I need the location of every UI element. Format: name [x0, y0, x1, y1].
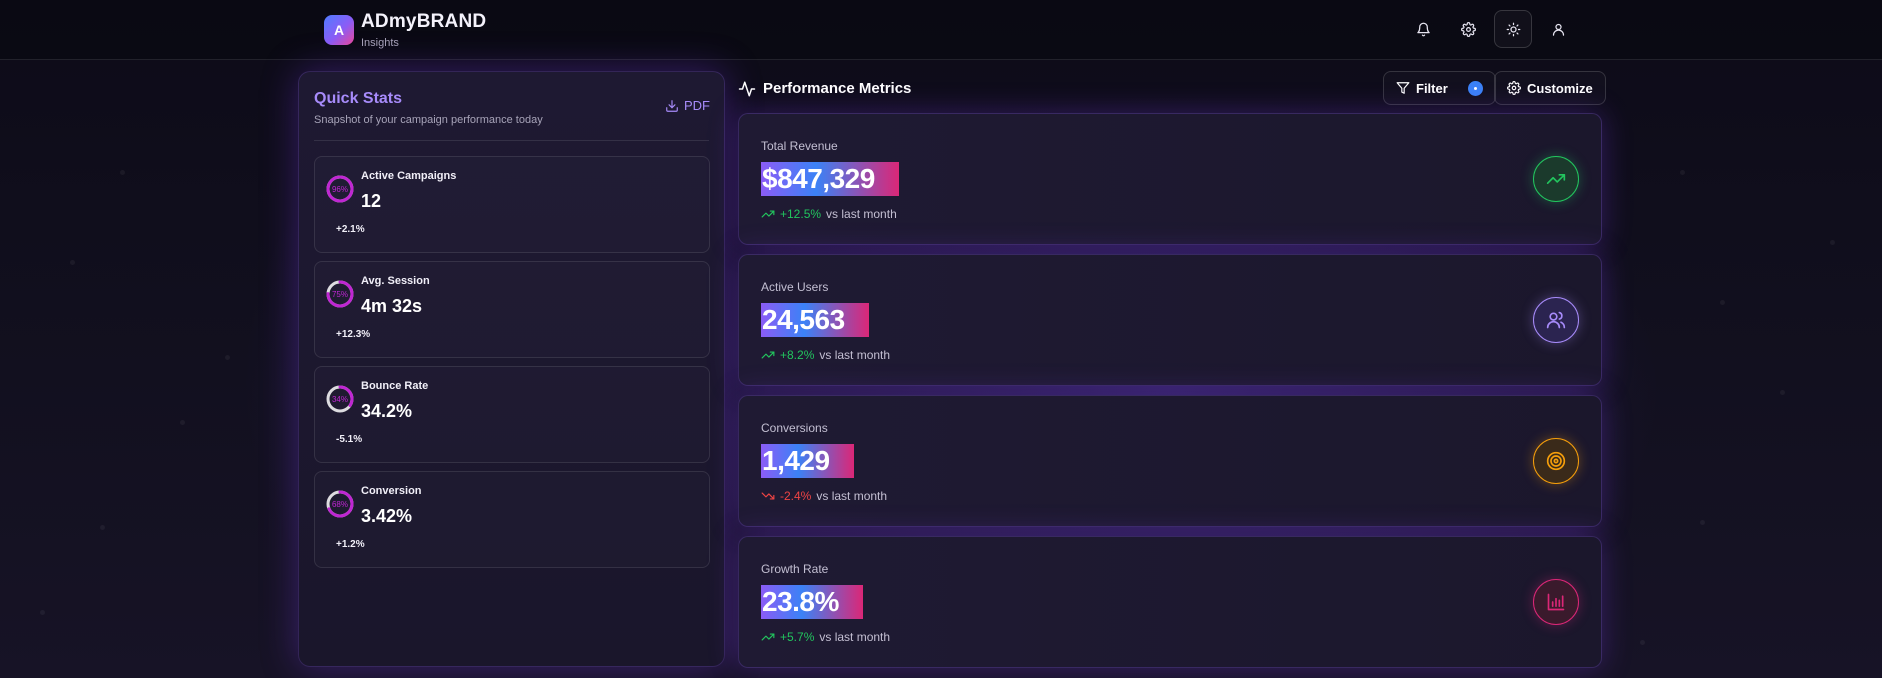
- metric-change-suffix: vs last month: [826, 207, 897, 221]
- top-header: A ADmyBRAND Insights: [0, 0, 1882, 60]
- metric-change-percent: +8.2%: [780, 348, 815, 362]
- filter-button[interactable]: Filter: [1383, 71, 1496, 105]
- metric-value: 23.8%: [761, 585, 863, 619]
- metric-card-growth-rate[interactable]: Growth Rate 23.8% +5.7% vs last month: [738, 536, 1602, 668]
- metric-card-conversions[interactable]: Conversions 1,429 -2.4% vs last month: [738, 395, 1602, 527]
- gear-icon: [1460, 21, 1476, 37]
- metric-icon-badge: [1533, 579, 1579, 625]
- customize-button[interactable]: Customize: [1494, 71, 1606, 105]
- users-icon: [1546, 311, 1566, 329]
- metric-change: +8.2% vs last month: [761, 348, 890, 362]
- metric-label: Growth Rate: [761, 562, 829, 576]
- settings-button[interactable]: [1449, 10, 1487, 48]
- filter-active-badge: [1467, 80, 1483, 96]
- metric-value: $847,329: [761, 162, 899, 196]
- stat-label: Avg. Session: [361, 275, 430, 287]
- metric-label: Total Revenue: [761, 139, 838, 153]
- trending-up-icon: [761, 351, 775, 359]
- metric-icon-badge: [1533, 438, 1579, 484]
- stat-card-avg-session[interactable]: 75% Avg. Session 4m 32s +12.3%: [314, 261, 710, 358]
- stat-label: Bounce Rate: [361, 380, 429, 392]
- metric-change-percent: +5.7%: [780, 630, 815, 644]
- metric-card-total-revenue[interactable]: Total Revenue $847,329 +12.5% vs last mo…: [738, 113, 1602, 245]
- gear-icon: [1507, 81, 1521, 95]
- metric-change-percent: -2.4%: [780, 489, 812, 503]
- ring-percent: 34%: [331, 394, 348, 404]
- stat-change: +2.1%: [336, 224, 365, 235]
- quick-stats-title: Quick Stats: [314, 90, 403, 107]
- trending-down-icon: [761, 492, 775, 500]
- stat-value: 4m 32s: [361, 296, 423, 316]
- metric-icon-badge: [1533, 297, 1579, 343]
- metric-change-percent: +12.5%: [780, 207, 822, 221]
- bar-chart-icon: [1547, 593, 1565, 611]
- performance-title: Performance Metrics: [763, 80, 912, 97]
- metric-change: -2.4% vs last month: [761, 489, 887, 503]
- metric-card-active-users[interactable]: Active Users 24,563 +8.2% vs last month: [738, 254, 1602, 386]
- ring-percent: 75%: [331, 289, 348, 299]
- user-icon: [1552, 23, 1564, 36]
- stat-card-active-campaigns[interactable]: 96% Active Campaigns 12 +2.1%: [314, 156, 710, 253]
- stat-label: Conversion: [361, 485, 422, 497]
- stat-value: 12: [361, 191, 382, 211]
- metric-icon-badge: [1533, 156, 1579, 202]
- stat-card-conversion[interactable]: 68% Conversion 3.42% +1.2%: [314, 471, 710, 568]
- metric-change-suffix: vs last month: [819, 630, 891, 644]
- stat-change: -5.1%: [336, 434, 363, 445]
- metric-change-suffix: vs last month: [816, 489, 888, 503]
- stat-change: +12.3%: [336, 329, 371, 340]
- ring-percent: 96%: [331, 184, 348, 194]
- trending-up-icon: [1546, 174, 1566, 184]
- quick-stats-subtitle: Snapshot of your campaign performance to…: [314, 114, 543, 126]
- stat-value: 3.42%: [361, 506, 413, 526]
- filter-icon: [1396, 82, 1410, 94]
- stat-value: 34.2%: [361, 401, 413, 421]
- metric-change-suffix: vs last month: [819, 348, 891, 362]
- pdf-label: PDF: [684, 98, 710, 113]
- metric-label: Active Users: [761, 280, 829, 294]
- stat-change: +1.2%: [336, 539, 365, 550]
- profile-button[interactable]: [1539, 10, 1577, 48]
- quick-stats-divider: [314, 140, 709, 141]
- notifications-button[interactable]: [1404, 10, 1442, 48]
- bell-icon: [1416, 22, 1430, 36]
- metric-change: +5.7% vs last month: [761, 630, 890, 644]
- trending-up-icon: [761, 210, 775, 218]
- brand-logo[interactable]: A: [324, 15, 354, 45]
- metric-value: 1,429: [761, 444, 854, 478]
- stat-label: Active Campaigns: [361, 170, 457, 182]
- download-icon: [666, 99, 678, 112]
- brand-subtitle: Insights: [361, 37, 399, 49]
- theme-toggle-button[interactable]: [1494, 10, 1532, 48]
- activity-icon: [738, 81, 756, 97]
- pdf-export-button[interactable]: PDF: [665, 98, 710, 113]
- trending-up-icon: [761, 633, 775, 641]
- metric-change: +12.5% vs last month: [761, 207, 897, 221]
- metric-label: Conversions: [761, 421, 828, 435]
- filter-label: Filter: [1416, 80, 1448, 96]
- quick-stats-panel: Quick Stats Snapshot of your campaign pe…: [298, 71, 725, 667]
- stat-card-bounce-rate[interactable]: 34% Bounce Rate 34.2% -5.1%: [314, 366, 710, 463]
- customize-label: Customize: [1527, 80, 1593, 96]
- brand-name: ADmyBRAND: [361, 11, 487, 32]
- metric-value: 24,563: [761, 303, 869, 337]
- target-icon: [1546, 451, 1566, 471]
- sun-icon: [1506, 22, 1520, 36]
- ring-percent: 68%: [331, 499, 348, 509]
